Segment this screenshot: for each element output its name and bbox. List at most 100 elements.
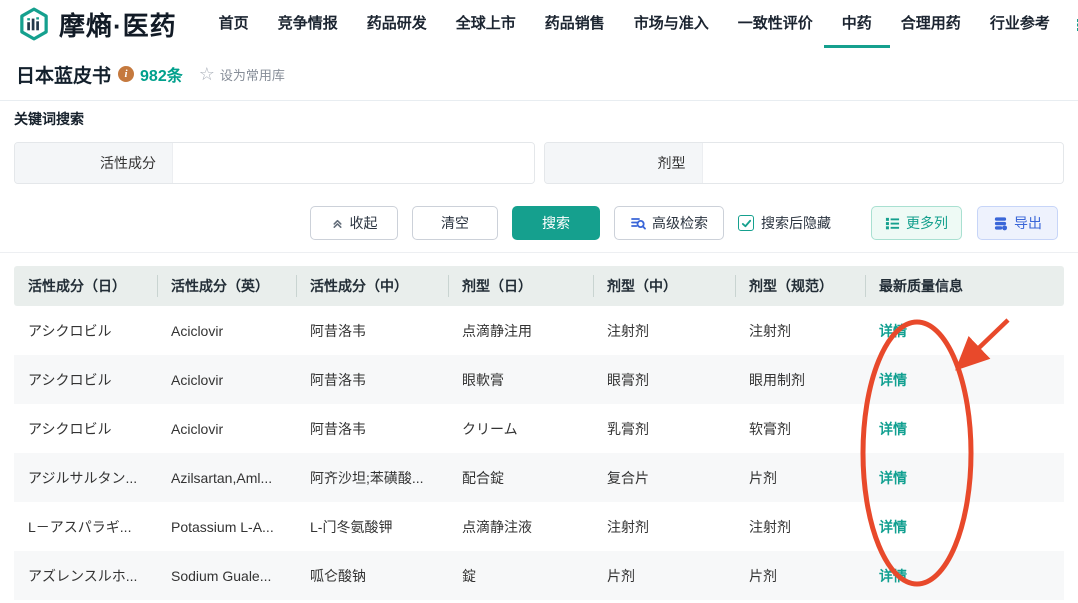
- table-cell: 详情: [865, 566, 1064, 586]
- column-header: 剂型（日）: [448, 266, 593, 306]
- dosage-form-field: 剂型: [544, 142, 1065, 184]
- table-row: L－アスパラギ...Potassium L-A...L-门冬氨酸钾点滴静注液注射…: [14, 502, 1064, 551]
- table-cell: 详情: [865, 321, 1064, 341]
- nav-item[interactable]: 药品研发: [367, 0, 427, 48]
- bullet-list-icon: [885, 216, 900, 231]
- search-fields: 活性成分 剂型: [14, 142, 1064, 184]
- detail-link[interactable]: 详情: [879, 468, 907, 488]
- table-cell: 片剂: [735, 468, 865, 488]
- nav-item[interactable]: 一致性评价: [738, 0, 813, 48]
- hide-after-search-label: 搜索后隐藏: [761, 213, 831, 233]
- table-cell: アズレンスルホ...: [14, 566, 157, 586]
- table-cell: L－アスパラギ...: [14, 517, 157, 537]
- table-cell: 注射剂: [735, 517, 865, 537]
- nav-item[interactable]: 中药: [842, 0, 872, 48]
- table-cell: 详情: [865, 370, 1064, 390]
- main-nav: 首页竞争情报药品研发全球上市药品销售市场与准入一致性评价中药合理用药行业参考: [219, 0, 1050, 48]
- star-icon[interactable]: ☆: [199, 65, 215, 83]
- table-cell: 阿昔洛韦: [296, 419, 448, 439]
- detail-link[interactable]: 详情: [879, 321, 907, 341]
- collapse-label: 收起: [350, 213, 378, 233]
- table-row: アシクロビルAciclovir阿昔洛韦点滴静注用注射剂注射剂详情: [14, 306, 1064, 355]
- detail-link[interactable]: 详情: [879, 419, 907, 439]
- column-header: 最新质量信息: [865, 266, 1064, 306]
- checkbox-checked-icon[interactable]: [738, 215, 754, 231]
- table-cell: 錠: [448, 566, 593, 586]
- info-icon[interactable]: i: [118, 66, 134, 82]
- table-cell: 注射剂: [593, 517, 735, 537]
- table-cell: 详情: [865, 517, 1064, 537]
- nav-item[interactable]: 首页: [219, 0, 249, 48]
- active-ingredient-label: 活性成分: [15, 143, 173, 183]
- nav-item[interactable]: 合理用药: [901, 0, 961, 48]
- section-divider: [0, 252, 1078, 253]
- nav-item[interactable]: 行业参考: [990, 0, 1050, 48]
- table-cell: アシクロビル: [14, 419, 157, 439]
- nav-item[interactable]: 市场与准入: [634, 0, 709, 48]
- search-list-icon: [630, 215, 646, 231]
- table-header-row: 活性成分（日）活性成分（英）活性成分（中）剂型（日）剂型（中）剂型（规范）最新质…: [14, 266, 1064, 306]
- keyword-search-label: 关键词搜索: [14, 109, 84, 129]
- hide-after-search-option[interactable]: 搜索后隐藏: [738, 213, 831, 233]
- detail-link[interactable]: 详情: [879, 517, 907, 537]
- nav-item[interactable]: 全球上市: [456, 0, 516, 48]
- table-cell: 眼用制剂: [735, 370, 865, 390]
- export-label: 导出: [1014, 213, 1042, 233]
- clear-button[interactable]: 清空: [412, 206, 498, 240]
- dosage-form-input[interactable]: [703, 143, 1064, 183]
- table-cell: 复合片: [593, 468, 735, 488]
- column-header: 活性成分（英）: [157, 266, 296, 306]
- nav-item[interactable]: 竞争情报: [278, 0, 338, 48]
- chevrons-up-icon: [331, 217, 344, 230]
- more-columns-button[interactable]: 更多列: [871, 206, 962, 240]
- column-header: 剂型（中）: [593, 266, 735, 306]
- table-cell: 片剂: [735, 566, 865, 586]
- page-title: 日本蓝皮书: [16, 61, 111, 88]
- table-cell: クリーム: [448, 419, 593, 439]
- table-cell: L-门冬氨酸钾: [296, 517, 448, 537]
- table-cell: アシクロビル: [14, 321, 157, 341]
- table-cell: 片剂: [593, 566, 735, 586]
- advanced-search-button[interactable]: 高级检索: [614, 206, 724, 240]
- table-cell: 阿昔洛韦: [296, 370, 448, 390]
- advanced-search-label: 高级检索: [652, 213, 708, 233]
- detail-link[interactable]: 详情: [879, 370, 907, 390]
- table-row: アズレンスルホ...Sodium Guale...呱仑酸钠錠片剂片剂详情: [14, 551, 1064, 600]
- action-row: 收起 清空 搜索 高级检索 搜索后隐藏: [0, 206, 1078, 240]
- column-header: 活性成分（日）: [14, 266, 157, 306]
- table-cell: アジルサルタン...: [14, 468, 157, 488]
- search-label: 搜索: [542, 213, 570, 233]
- table-cell: 配合錠: [448, 468, 593, 488]
- table-cell: Aciclovir: [157, 421, 296, 437]
- top-nav-bar: 摩熵·医药 首页竞争情报药品研发全球上市药品销售市场与准入一致性评价中药合理用药…: [0, 0, 1078, 48]
- table-cell: 呱仑酸钠: [296, 566, 448, 586]
- record-count: 982条: [140, 62, 183, 86]
- results-table: 活性成分（日）活性成分（英）活性成分（中）剂型（日）剂型（中）剂型（规范）最新质…: [14, 266, 1064, 600]
- table-cell: Azilsartan,Aml...: [157, 470, 296, 486]
- nav-item[interactable]: 药品销售: [545, 0, 605, 48]
- table-cell: 阿齐沙坦;苯磺酸...: [296, 468, 448, 488]
- page-title-bar: 日本蓝皮书 i 982条 ☆ 设为常用库: [0, 48, 1078, 101]
- brand-logo-icon: [16, 6, 52, 42]
- table-row: アジルサルタン...Azilsartan,Aml...阿齐沙坦;苯磺酸...配合…: [14, 453, 1064, 502]
- table-cell: 详情: [865, 468, 1064, 488]
- table-cell: 软膏剂: [735, 419, 865, 439]
- active-ingredient-input[interactable]: [173, 143, 534, 183]
- collapse-button[interactable]: 收起: [310, 206, 398, 240]
- detail-link[interactable]: 详情: [879, 566, 907, 586]
- brand-logo[interactable]: 摩熵·医药: [16, 6, 177, 43]
- set-favorite-label[interactable]: 设为常用库: [220, 65, 285, 84]
- table-row: アシクロビルAciclovir阿昔洛韦眼軟膏眼膏剂眼用制剂详情: [14, 355, 1064, 404]
- table-cell: 点滴静注液: [448, 517, 593, 537]
- table-row: アシクロビルAciclovir阿昔洛韦クリーム乳膏剂软膏剂详情: [14, 404, 1064, 453]
- search-button[interactable]: 搜索: [512, 206, 600, 240]
- table-cell: アシクロビル: [14, 370, 157, 390]
- column-header: 活性成分（中）: [296, 266, 448, 306]
- action-buttons: 收起 清空 搜索 高级检索 搜索后隐藏: [310, 206, 831, 240]
- column-header: 剂型（规范）: [735, 266, 865, 306]
- more-columns-label: 更多列: [906, 213, 948, 233]
- table-cell: 眼軟膏: [448, 370, 593, 390]
- table-body: アシクロビルAciclovir阿昔洛韦点滴静注用注射剂注射剂详情アシクロビルAc…: [14, 306, 1064, 600]
- active-ingredient-field: 活性成分: [14, 142, 535, 184]
- export-button[interactable]: 导出: [977, 206, 1058, 240]
